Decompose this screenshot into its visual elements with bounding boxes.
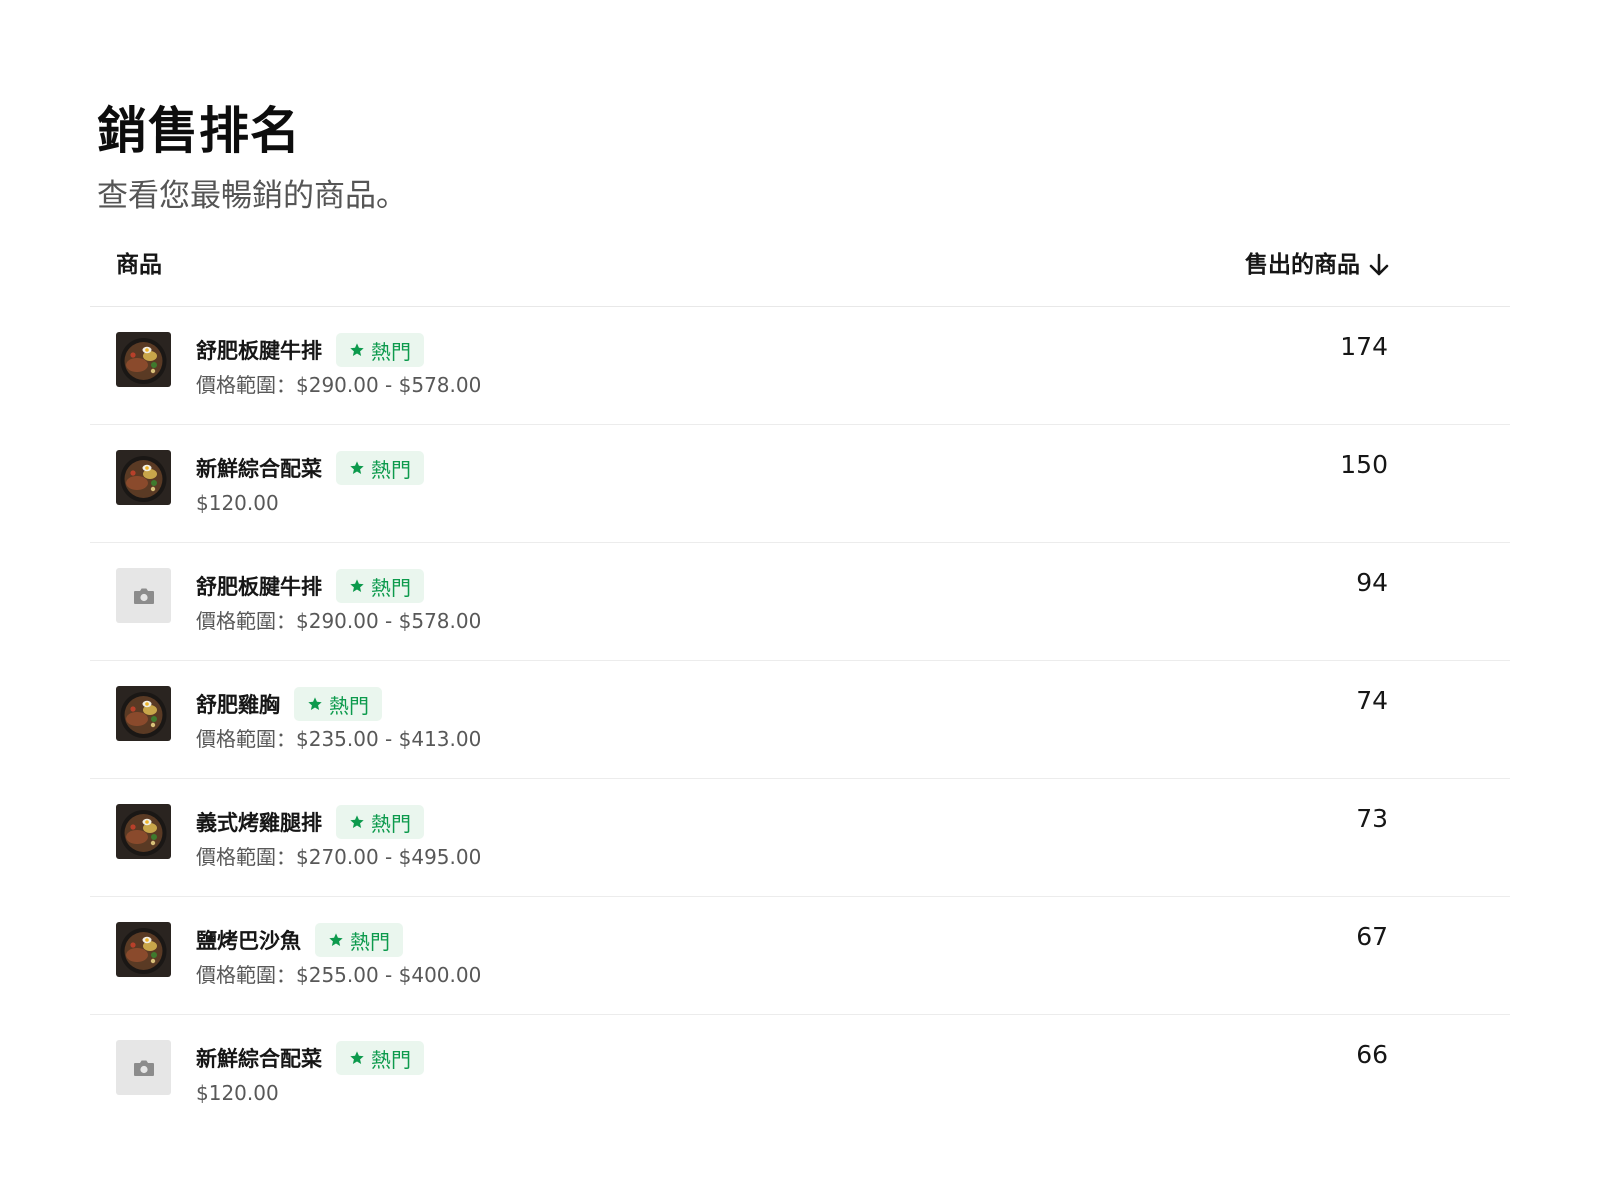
hot-badge: 熱門 <box>315 923 403 957</box>
items-sold-count: 67 <box>1356 922 1388 951</box>
table-row-4[interactable]: 舒肥雞胸 熱門 價格範圍：$235.00 - $413.00 74 <box>90 661 1510 779</box>
product-name[interactable]: 舒肥板腱牛排 <box>196 571 322 601</box>
product-price: $120.00 <box>196 491 279 515</box>
product-thumbnail-placeholder[interactable] <box>116 1040 171 1095</box>
product-thumbnail-placeholder[interactable] <box>116 568 171 623</box>
hot-badge: 熱門 <box>336 451 424 485</box>
items-sold-count: 74 <box>1356 686 1388 715</box>
hot-badge: 熱門 <box>294 687 382 721</box>
product-name-line: 舒肥板腱牛排 熱門 <box>196 332 481 368</box>
table-header: 商品 售出的商品 <box>90 238 1510 307</box>
page-subtitle: 查看您最暢銷的商品。 <box>97 178 407 214</box>
column-header-items-sold-label: 售出的商品 <box>1245 252 1360 278</box>
product-name[interactable]: 鹽烤巴沙魚 <box>196 925 301 955</box>
hot-badge-label: 熱門 <box>350 929 390 954</box>
camera-placeholder-icon <box>133 588 154 604</box>
product-price: 價格範圍：$290.00 - $578.00 <box>196 373 482 397</box>
product-name-line: 舒肥板腱牛排 熱門 <box>196 568 481 604</box>
product-name-line: 新鮮綜合配菜 熱門 <box>196 1040 424 1076</box>
product-photo[interactable] <box>116 804 171 859</box>
star-icon <box>308 697 322 710</box>
product-info: 義式烤雞腿排 熱門 價格範圍：$270.00 - $495.00 <box>196 804 481 874</box>
table-row-1[interactable]: 舒肥板腱牛排 熱門 價格範圍：$290.00 - $578.00 174 <box>90 307 1510 425</box>
hot-badge: 熱門 <box>336 333 424 367</box>
food-photo-image <box>116 804 171 859</box>
table-body: 舒肥板腱牛排 熱門 價格範圍：$290.00 - $578.00 174 新鮮綜… <box>90 307 1510 1132</box>
product-info: 新鮮綜合配菜 熱門 $120.00 <box>196 1040 424 1110</box>
product-name[interactable]: 舒肥雞胸 <box>196 689 280 719</box>
product-photo[interactable] <box>116 686 171 741</box>
camera-placeholder-icon <box>133 1060 154 1076</box>
sales-ranking-table: 商品 售出的商品 舒肥板腱牛排 熱門 價格範圍：$290.00 - $578.0… <box>90 238 1510 1132</box>
items-sold-count: 66 <box>1356 1040 1388 1069</box>
column-header-product: 商品 <box>116 252 162 278</box>
star-icon <box>350 815 364 828</box>
product-price: $120.00 <box>196 1081 279 1105</box>
product-price: 價格範圍：$235.00 - $413.00 <box>196 727 482 751</box>
items-sold-count: 94 <box>1356 568 1388 597</box>
product-info: 舒肥板腱牛排 熱門 價格範圍：$290.00 - $578.00 <box>196 568 481 638</box>
food-photo-image <box>116 686 171 741</box>
hot-badge-label: 熱門 <box>371 457 411 482</box>
hot-badge: 熱門 <box>336 1041 424 1075</box>
product-price: 價格範圍：$270.00 - $495.00 <box>196 845 482 869</box>
product-name[interactable]: 義式烤雞腿排 <box>196 807 322 837</box>
star-icon <box>350 579 364 592</box>
hot-badge-label: 熱門 <box>371 339 411 364</box>
product-name-line: 義式烤雞腿排 熱門 <box>196 804 481 840</box>
hot-badge-label: 熱門 <box>371 575 411 600</box>
food-photo-image <box>116 450 171 505</box>
items-sold-count: 174 <box>1340 332 1388 361</box>
product-info: 鹽烤巴沙魚 熱門 價格範圍：$255.00 - $400.00 <box>196 922 481 992</box>
arrow-down-icon[interactable] <box>1368 252 1390 278</box>
page-title: 銷售排名 <box>97 102 301 160</box>
table-row-2[interactable]: 新鮮綜合配菜 熱門 $120.00 150 <box>90 425 1510 543</box>
hot-badge-label: 熱門 <box>371 811 411 836</box>
product-photo[interactable] <box>116 922 171 977</box>
product-name[interactable]: 舒肥板腱牛排 <box>196 335 322 365</box>
hot-badge-label: 熱門 <box>371 1047 411 1072</box>
table-row-5[interactable]: 義式烤雞腿排 熱門 價格範圍：$270.00 - $495.00 73 <box>90 779 1510 897</box>
hot-badge: 熱門 <box>336 569 424 603</box>
column-header-items-sold[interactable]: 售出的商品 <box>1245 248 1390 282</box>
table-row-3[interactable]: 舒肥板腱牛排 熱門 價格範圍：$290.00 - $578.00 94 <box>90 543 1510 661</box>
product-info: 舒肥板腱牛排 熱門 價格範圍：$290.00 - $578.00 <box>196 332 481 402</box>
product-name[interactable]: 新鮮綜合配菜 <box>196 453 322 483</box>
food-photo-image <box>116 332 171 387</box>
product-info: 舒肥雞胸 熱門 價格範圍：$235.00 - $413.00 <box>196 686 481 756</box>
star-icon <box>350 343 364 356</box>
product-name-line: 新鮮綜合配菜 熱門 <box>196 450 424 486</box>
product-info: 新鮮綜合配菜 熱門 $120.00 <box>196 450 424 520</box>
star-icon <box>350 461 364 474</box>
product-name-line: 鹽烤巴沙魚 熱門 <box>196 922 481 958</box>
table-row-6[interactable]: 鹽烤巴沙魚 熱門 價格範圍：$255.00 - $400.00 67 <box>90 897 1510 1015</box>
hot-badge-label: 熱門 <box>329 693 369 718</box>
product-photo[interactable] <box>116 332 171 387</box>
star-icon <box>329 933 343 946</box>
product-name-line: 舒肥雞胸 熱門 <box>196 686 481 722</box>
table-row-7[interactable]: 新鮮綜合配菜 熱門 $120.00 66 <box>90 1015 1510 1132</box>
product-photo[interactable] <box>116 450 171 505</box>
items-sold-count: 150 <box>1340 450 1388 479</box>
product-price: 價格範圍：$290.00 - $578.00 <box>196 609 482 633</box>
product-name[interactable]: 新鮮綜合配菜 <box>196 1043 322 1073</box>
items-sold-count: 73 <box>1356 804 1388 833</box>
hot-badge: 熱門 <box>336 805 424 839</box>
food-photo-image <box>116 922 171 977</box>
star-icon <box>350 1051 364 1064</box>
product-price: 價格範圍：$255.00 - $400.00 <box>196 963 482 987</box>
